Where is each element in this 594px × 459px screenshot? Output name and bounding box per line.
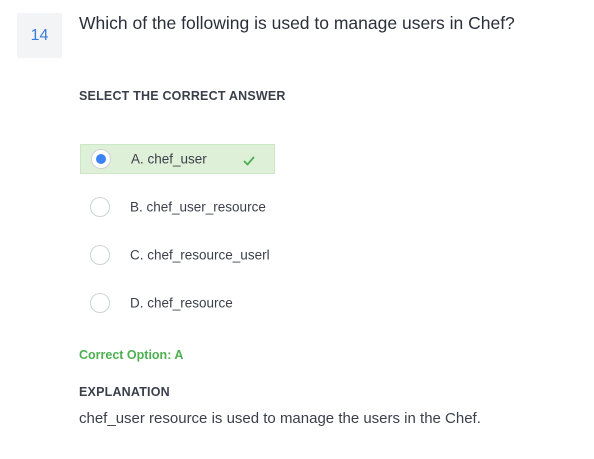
option-c-label: C. chef_resource_userl bbox=[130, 247, 270, 263]
explanation-label: EXPLANATION bbox=[79, 385, 170, 399]
select-answer-label: SELECT THE CORRECT ANSWER bbox=[79, 89, 286, 103]
correct-option-text: Correct Option: A bbox=[79, 348, 184, 362]
option-c[interactable]: C. chef_resource_userl bbox=[80, 240, 320, 270]
explanation-text: chef_user resource is used to manage the… bbox=[79, 410, 481, 427]
option-d-label: D. chef_resource bbox=[130, 295, 233, 311]
question-text: Which of the following is used to manage… bbox=[79, 13, 515, 33]
radio-option-d[interactable] bbox=[90, 293, 110, 313]
option-b[interactable]: B. chef_user_resource bbox=[80, 192, 320, 222]
question-number: 14 bbox=[30, 26, 49, 44]
question-number-badge: 14 bbox=[17, 13, 62, 58]
option-b-label: B. chef_user_resource bbox=[130, 199, 266, 215]
option-a[interactable]: A. chef_user bbox=[80, 144, 275, 174]
option-a-label: A. chef_user bbox=[131, 151, 207, 167]
radio-option-b[interactable] bbox=[90, 197, 110, 217]
radio-option-a[interactable] bbox=[91, 149, 111, 169]
option-d[interactable]: D. chef_resource bbox=[80, 288, 320, 318]
check-icon bbox=[243, 156, 255, 166]
radio-option-c[interactable] bbox=[90, 245, 110, 265]
